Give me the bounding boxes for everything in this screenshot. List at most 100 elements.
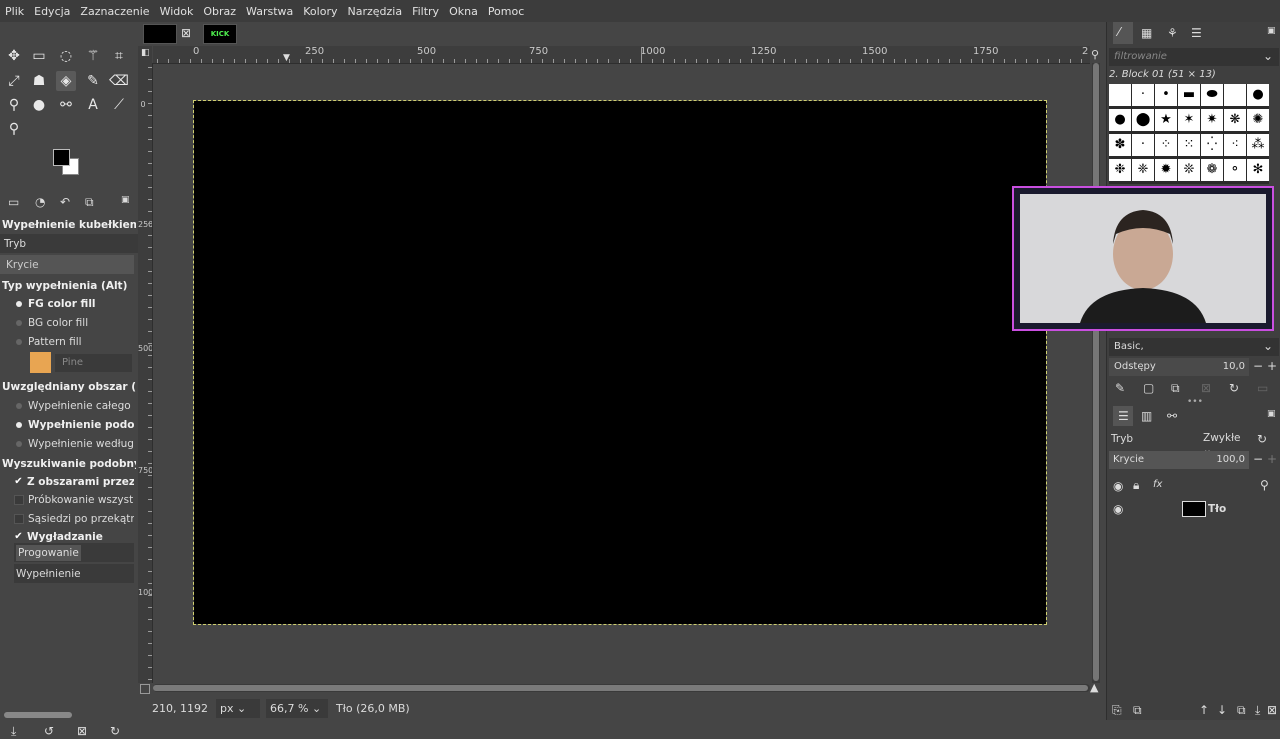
brush-thumbnail[interactable]: ❁ [1201,159,1223,181]
unit-select[interactable]: px ⌄ [216,698,260,718]
transform-icon[interactable]: ⤢ [4,71,24,91]
brush-thumbnail[interactable] [1224,84,1246,106]
document-history-tab-icon[interactable]: ☰ [1191,26,1202,40]
brush-thumbnail[interactable]: ★ [1155,109,1177,131]
save-options-icon[interactable]: ⤓ [11,724,16,739]
sample-merged-checkbox[interactable]: Próbkowanie wszystkich [0,490,134,509]
delete-layer-icon[interactable]: ⊠ [1267,703,1277,717]
brush-filter-input[interactable]: filtrowanie [1109,48,1279,66]
lower-layer-icon[interactable]: ↓ [1217,703,1227,717]
navigate-icon[interactable]: ▲ [1090,681,1098,694]
open-brush-icon[interactable]: ▭ [1257,381,1268,395]
mode-select[interactable]: Tryb [0,234,138,253]
zoom-toggle-icon[interactable]: ⚲ [1091,48,1099,61]
clone-icon[interactable]: ⚲ [4,95,24,115]
menu-image[interactable]: Obraz [198,5,241,18]
delete-options-icon[interactable]: ⊠ [77,724,87,738]
brush-thumbnail[interactable]: ❈ [1132,159,1154,181]
patterns-tab-icon[interactable]: ▦ [1141,26,1152,40]
delete-brush-icon[interactable]: ⊠ [1201,381,1211,395]
transparent-areas-checkbox[interactable]: ✔ Z obszarami przezrocz [0,472,134,491]
search-icon[interactable]: ⚲ [1260,478,1269,492]
brushes-tab[interactable]: ⁄ [1113,22,1133,44]
menu-edit[interactable]: Edycja [29,5,75,18]
bg-color-fill-radio[interactable]: BG color fill [0,313,134,332]
brush-thumbnail[interactable]: ✷ [1201,109,1223,131]
fg-color-fill-radio[interactable]: FG color fill [0,294,134,313]
image-tab-thumbnail[interactable] [143,24,177,44]
paths-tab-icon[interactable]: ⚯ [1167,409,1177,423]
threshold-slider[interactable]: Progowanie [14,543,134,562]
quick-mask-icon[interactable]: ◧ [141,48,150,58]
color-picker-icon[interactable]: ⟋ [109,95,129,115]
merge-layer-icon[interactable]: ⤓ [1255,703,1260,718]
chevron-down-icon[interactable]: ⌄ [1263,339,1273,353]
menu-layer[interactable]: Warstwa [241,5,298,18]
increase-icon[interactable]: + [1267,452,1277,466]
image-canvas[interactable] [193,100,1047,625]
vertical-scrollbar[interactable] [1092,63,1100,683]
menu-colors[interactable]: Kolory [298,5,342,18]
visibility-header-icon[interactable]: ◉ [1113,479,1123,493]
chevron-down-icon[interactable]: ⌄ [1263,49,1273,63]
brush-thumbnail[interactable]: · [1132,84,1154,106]
brush-thumbnail[interactable]: • [1155,84,1177,106]
decrease-icon[interactable]: − [1253,452,1263,466]
scroll-thumb[interactable] [1093,63,1099,681]
menu-filters[interactable]: Filtry [407,5,444,18]
eye-icon[interactable]: ◉ [1113,502,1123,516]
effects-header-icon[interactable]: fx [1153,479,1162,490]
brush-thumbnail[interactable]: ● [1109,109,1131,131]
image-tab-kick[interactable]: KICK [203,24,237,44]
vertical-ruler[interactable]: 0 250 500 750 1000 [138,63,153,683]
undo-history-tab-icon[interactable]: ↶ [60,195,70,209]
menu-view[interactable]: Widok [155,5,199,18]
brush-thumbnail[interactable]: ⁖ [1224,134,1246,156]
brush-preset-select[interactable]: Basic, [1109,338,1279,356]
brush-thumbnail[interactable]: ⬬ [1201,84,1223,106]
rect-select-icon[interactable]: ▭ [29,46,49,66]
brush-thumbnail[interactable]: ⁘ [1155,134,1177,156]
brush-thumbnail[interactable]: ❋ [1224,109,1246,131]
decrease-icon[interactable]: − [1253,359,1263,373]
brush-thumbnail[interactable]: ✺ [1247,109,1269,131]
text-tool-icon[interactable]: A [83,95,103,115]
duplicate-brush-icon[interactable]: ⧉ [1171,381,1180,396]
refresh-brushes-icon[interactable]: ↻ [1229,381,1239,395]
smudge-icon[interactable]: ● [29,95,49,115]
menu-tools[interactable]: Narzędzia [342,5,407,18]
fill-whole-selection-radio[interactable]: Wypełnienie całego zaz [0,396,134,415]
zoom-icon[interactable]: ⚲ [4,119,24,139]
layer-name[interactable]: Tło [1208,503,1226,515]
dock-menu-icon[interactable]: ▣ [1267,26,1276,36]
eraser-icon[interactable]: ⌫ [109,71,129,91]
lasso-icon[interactable]: ◌ [56,46,76,66]
reset-options-icon[interactable]: ↻ [110,724,120,738]
fonts-tab-icon[interactable]: ⚘ [1167,26,1178,40]
brush-thumbnail[interactable]: · [1132,134,1154,156]
brush-thumbnail[interactable]: ● [1247,84,1269,106]
close-tab-icon[interactable]: ⊠ [181,26,191,40]
brush-thumbnail[interactable]: ⁂ [1247,134,1269,156]
fill-similar-colors-radio[interactable]: Wypełnienie podobnyc [0,415,134,434]
layers-tab[interactable]: ☰ [1113,406,1133,426]
mode-reset-icon[interactable]: ↻ [1257,432,1267,446]
paths-icon[interactable]: ⚯ [56,95,76,115]
tool-options-tab-icon[interactable]: ▭ [8,195,19,209]
brush-thumbnail[interactable]: ✽ [1109,134,1131,156]
bucket-fill-icon[interactable]: ◈ [56,71,76,91]
brush-thumbnail[interactable]: ❊ [1178,159,1200,181]
brush-thumbnail[interactable]: ✹ [1155,159,1177,181]
fg-bg-colors[interactable] [52,148,79,176]
ruler-corner[interactable]: ◧ [138,46,152,63]
menu-help[interactable]: Pomoc [483,5,529,18]
horizontal-ruler[interactable]: 0 250 500 750 1000 1250 1500 1750 2 ▼ [153,46,1090,64]
brush-thumbnail[interactable]: ⬤ [1132,109,1154,131]
new-group-icon[interactable]: ⧉ [1133,703,1142,718]
warp-icon[interactable]: ☗ [29,71,49,91]
diagonal-neighbors-checkbox[interactable]: Sąsiedzi po przekątnej [0,509,134,528]
fill-by-line-art-radio[interactable]: Wypełnienie według wy [0,434,134,453]
images-tab-icon[interactable]: ⧉ [85,195,94,210]
restore-options-icon[interactable]: ↺ [44,724,54,738]
move-tool-icon[interactable]: ✥ [4,46,24,66]
